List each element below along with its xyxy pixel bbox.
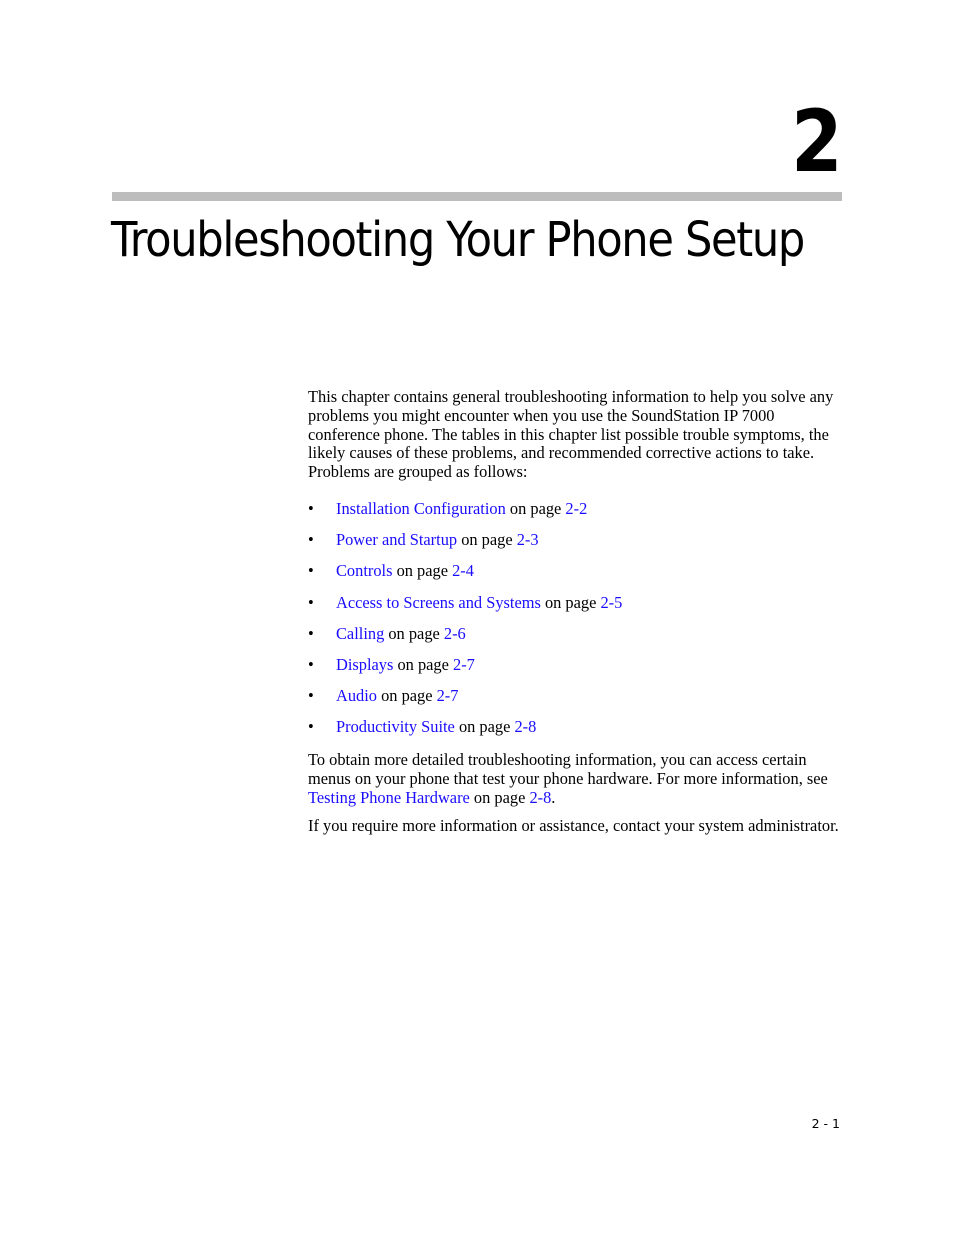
on-page-text: on page (540, 592, 601, 612)
intro-paragraph: This chapter contains general troublesho… (308, 387, 834, 482)
topic-list-item: • Access to Screens and Systems on page … (308, 592, 848, 625)
bullet-icon: • (308, 654, 314, 674)
page-link[interactable]: 2-4 (452, 561, 474, 580)
bullet-icon: • (308, 686, 314, 706)
topic-link[interactable]: Power and Startup (336, 530, 457, 549)
topic-list-item: • Audio on page 2-7 (308, 686, 848, 718)
topic-list-item: • Power and Startup on page 2-3 (308, 530, 848, 562)
bullet-icon: • (308, 592, 314, 612)
topic-link[interactable]: Controls (336, 561, 392, 580)
page-link[interactable]: 2-7 (437, 686, 459, 705)
on-page-text: on page (376, 686, 437, 706)
topic-list-item: • Calling on page 2-6 (308, 623, 848, 656)
detail-text: To obtain more detailed troubleshooting … (308, 750, 828, 789)
testing-phone-hardware-link[interactable]: Testing Phone Hardware (308, 788, 470, 807)
period-text: . (551, 788, 556, 808)
chapter-title: Troubleshooting Your Phone Setup (111, 212, 805, 268)
detail-paragraph: To obtain more detailed troubleshooting … (308, 751, 848, 807)
page-link[interactable]: 2-8 (514, 717, 536, 736)
on-page-text: on page (393, 654, 453, 674)
bullet-icon: • (308, 530, 314, 550)
page-link[interactable]: 2-6 (444, 624, 466, 643)
on-page-text: on page (384, 623, 444, 643)
page-link[interactable]: 2-5 (600, 593, 622, 612)
bullet-icon: • (308, 623, 314, 643)
topic-list-item: • Controls on page 2-4 (308, 561, 848, 593)
topic-list-item: • Displays on page 2-7 (308, 654, 848, 687)
topic-link[interactable]: Displays (336, 655, 393, 674)
bullet-icon: • (308, 717, 314, 737)
on-page-text: on page (457, 530, 517, 550)
on-page-text: on page (392, 561, 453, 581)
topic-list: • Installation Configuration on page 2-2… (308, 498, 848, 750)
topic-link[interactable]: Calling (336, 624, 384, 643)
on-page-text: on page (469, 788, 530, 808)
topic-link[interactable]: Access to Screens and Systems (336, 593, 541, 612)
bullet-icon: • (308, 561, 314, 581)
topic-link[interactable]: Installation Configuration (336, 499, 506, 518)
chapter-number: 2 (791, 92, 842, 192)
chapter-divider (112, 192, 842, 201)
page-link[interactable]: 2-3 (517, 530, 539, 549)
on-page-text: on page (505, 498, 566, 518)
bullet-icon: • (308, 498, 314, 518)
on-page-text: on page (454, 717, 515, 737)
topic-link[interactable]: Productivity Suite (336, 717, 455, 736)
page-link[interactable]: 2-7 (453, 655, 475, 674)
topic-list-item: • Installation Configuration on page 2-2 (308, 498, 848, 531)
chapter-body: This chapter contains general troublesho… (308, 387, 848, 845)
topic-link[interactable]: Audio (336, 686, 377, 705)
page-link[interactable]: 2-8 (529, 788, 551, 807)
page-number: 2 - 1 (811, 1116, 840, 1131)
topic-list-item: • Productivity Suite on page 2-8 (308, 717, 848, 749)
contact-paragraph: If you require more information or assis… (308, 815, 839, 835)
page-link[interactable]: 2-2 (565, 499, 587, 518)
